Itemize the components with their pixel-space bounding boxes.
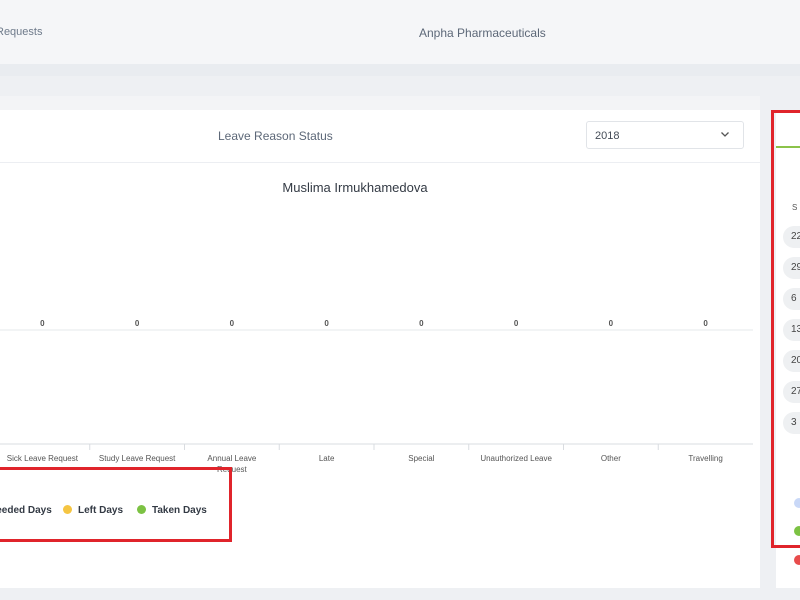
leave-reason-chart: Muslima Irmukhamedova 0 Sick Leave Request… (0, 180, 753, 474)
legend-item[interactable]: Needed Days (0, 505, 52, 516)
legend-label: Taken Days (152, 505, 207, 516)
header-divider (0, 64, 800, 76)
data-label: 0 (514, 319, 519, 328)
data-label: 0 (135, 319, 140, 328)
x-tick-label: Sick Leave Request (7, 454, 79, 463)
year-select[interactable]: 2018 (586, 121, 744, 149)
x-tick-label: Annual Leave (207, 454, 256, 463)
data-label: 0 (40, 319, 45, 328)
legend-item[interactable]: Left Days (63, 505, 123, 516)
legend-label: Left Days (78, 505, 124, 516)
x-tick-label: Special (408, 454, 434, 463)
x-tick-label: Travelling (688, 454, 722, 463)
x-tick-label: Unauthorized Leave (480, 454, 552, 463)
panel-title: Leave Reason Status (218, 129, 333, 143)
data-label: 0 (324, 319, 329, 328)
data-label: 0 (419, 319, 424, 328)
data-label: 0 (609, 319, 614, 328)
x-tick-label: Late (319, 454, 335, 463)
panel-header: Leave Reason Status 2018 (0, 110, 760, 163)
breadcrumb[interactable]: Requests (0, 26, 42, 38)
x-tick-label: Study Leave Request (99, 454, 176, 463)
legend-swatch (137, 505, 146, 514)
legend-item[interactable]: Taken Days (137, 505, 207, 516)
legend-label: Needed Days (0, 505, 52, 516)
x-tick-label: Other (601, 454, 621, 463)
company-name: Anpha Pharmaceuticals (419, 26, 546, 40)
year-select-value: 2018 (595, 130, 620, 142)
calendar-legend-dot (794, 555, 800, 565)
chevron-down-icon (721, 132, 729, 137)
top-bar: Requests Anpha Pharmaceuticals (0, 0, 800, 65)
calendar-highlight-box (771, 110, 800, 548)
chart-title: Muslima Irmukhamedova (282, 180, 428, 195)
legend-swatch (63, 505, 72, 514)
data-label: 0 (703, 319, 708, 328)
data-label: 0 (230, 319, 235, 328)
